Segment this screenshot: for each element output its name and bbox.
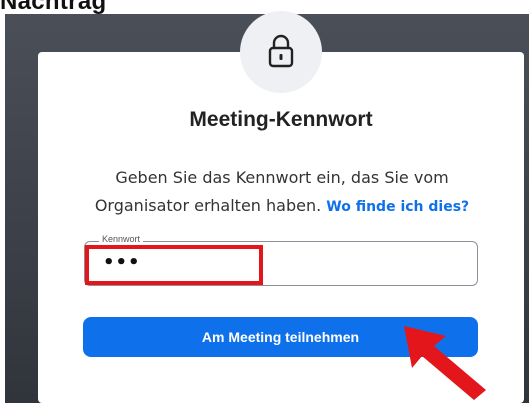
red-arrow-icon [404, 326, 486, 400]
password-field-label: Kennwort [99, 234, 144, 244]
lock-icon [268, 34, 294, 68]
red-highlight-box [85, 245, 263, 285]
description-line-2: Organisator erhalten haben. Wo finde ich… [60, 192, 504, 221]
help-link[interactable]: Wo finde ich dies? [326, 199, 469, 215]
description-text: Organisator erhalten haben. [94, 196, 322, 215]
lock-badge [240, 11, 322, 93]
dialog-description: Geben Sie das Kennwort ein, das Sie vom … [60, 164, 504, 221]
dialog-title: Meeting-Kennwort [189, 108, 373, 131]
description-line-1: Geben Sie das Kennwort ein, das Sie vom [115, 168, 449, 187]
